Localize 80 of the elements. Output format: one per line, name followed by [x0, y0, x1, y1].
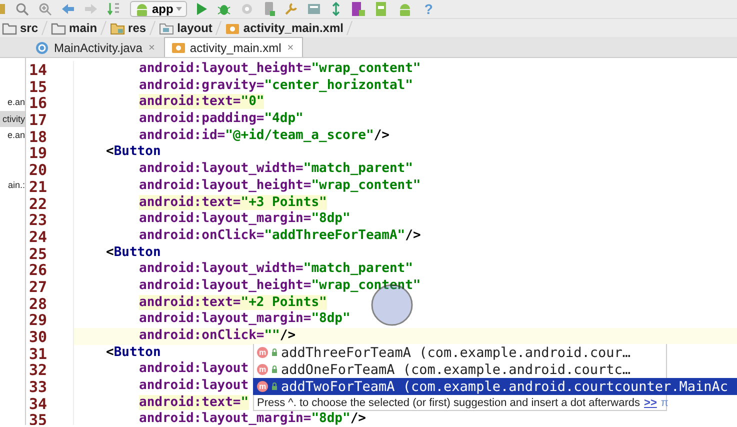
line-number: 18: [29, 128, 48, 144]
run-icon[interactable]: [196, 2, 208, 16]
line-number: 32: [29, 361, 48, 378]
line-number: 25: [29, 244, 48, 262]
close-button[interactable]: ×: [285, 42, 296, 54]
method-icon: m: [257, 347, 268, 358]
lock-icon: [271, 348, 278, 357]
zoom-icon[interactable]: [38, 2, 52, 16]
breadcrumb-item[interactable]: res: [108, 20, 148, 36]
editor-tab[interactable]: MainActivity.java ×: [28, 37, 164, 57]
folder-icon: [51, 20, 66, 36]
tree-item[interactable]: ctivity: [0, 110, 25, 128]
run-configuration-dropdown[interactable]: app: [130, 1, 188, 17]
code-line: android:layout: [139, 378, 249, 394]
suggestion-item[interactable]: m addThreeForTeamA (com.example.android.cour…: [253, 344, 667, 361]
breadcrumb-item[interactable]: activity_main.xml: [223, 20, 346, 36]
search-icon[interactable]: [15, 2, 29, 16]
code-line: android:layout_height="wrap_content": [139, 178, 421, 193]
line-number: 23: [29, 211, 48, 228]
code-line: android:onClick=""/>: [139, 328, 296, 343]
code-line: <Button: [106, 144, 161, 160]
line-number: 16: [29, 94, 48, 112]
forward-arrow-icon[interactable]: [84, 2, 98, 16]
folder-icon: [2, 20, 17, 36]
bug-icon[interactable]: [217, 2, 232, 16]
line-number: 33: [29, 378, 48, 395]
lock-icon: [271, 365, 278, 374]
device-icon[interactable]: [263, 1, 276, 17]
code-line: android:layout_margin="8dp": [139, 311, 350, 326]
sort-icon[interactable]: [107, 2, 121, 16]
tree-item[interactable]: e.an: [0, 94, 25, 111]
line-number: 27: [29, 278, 48, 295]
editor-tab[interactable]: activity_main.xml ×: [164, 37, 303, 57]
folder-icon: [110, 20, 126, 36]
line-number: 19: [29, 144, 48, 162]
file-icon[interactable]: [0, 2, 6, 16]
code-line: <Button: [106, 244, 161, 260]
code-line: <Button: [106, 344, 161, 360]
line-number: 15: [29, 78, 48, 94]
more-link[interactable]: >>: [644, 396, 657, 408]
breadcrumb-item[interactable]: src: [0, 20, 40, 36]
line-number: 26: [29, 261, 48, 278]
line-number: 17: [29, 111, 48, 128]
line-number: 31: [29, 344, 48, 362]
xml-file-icon: [170, 40, 186, 55]
tree-item[interactable]: ain.:: [0, 177, 25, 194]
wrench-icon[interactable]: [284, 2, 298, 16]
line-number: 21: [29, 178, 48, 194]
layout-icon[interactable]: [307, 2, 322, 16]
line-number: 24: [29, 228, 48, 245]
code-line: android:padding="4dp": [139, 111, 304, 126]
caret-icon: [175, 5, 184, 13]
code-line: android:layout_height="wrap_content": [139, 278, 421, 293]
code-line: android:layout_width="match_parent": [139, 161, 413, 176]
code-line: android:onClick="addThreeForTeamA"/>: [139, 228, 421, 243]
line-number: 22: [29, 194, 48, 212]
code-line: android:layout: [139, 361, 249, 376]
code-line: android:layout_width="match_parent": [139, 261, 413, 276]
method-icon: m: [257, 364, 268, 375]
method-icon: m: [257, 381, 268, 392]
code-line: android:layout_margin="8dp": [139, 211, 350, 226]
line-number: 28: [29, 294, 48, 312]
line-number: 29: [29, 311, 48, 328]
android-icon: [134, 1, 150, 17]
tree-item[interactable]: e.an: [0, 127, 25, 144]
back-arrow-icon[interactable]: [61, 2, 75, 16]
lock-icon: [271, 382, 278, 391]
line-number: 30: [29, 328, 48, 345]
code-line: android:id="@+id/team_a_score"/>: [139, 128, 390, 143]
breadcrumb-item[interactable]: layout: [157, 20, 214, 36]
sync-icon[interactable]: [330, 2, 342, 16]
breadcrumb-item[interactable]: main: [49, 20, 100, 36]
code-line: android:layout_height="wrap_content": [139, 61, 421, 76]
suggestion-item[interactable]: m addTwoForTeamA (com.example.android.courtcounter.MainAc: [253, 378, 737, 395]
code-line: android:gravity="center_horizontal": [139, 78, 413, 93]
line-number: 14: [29, 61, 48, 78]
line-number: 20: [29, 161, 48, 178]
hint-text: Press ^. to choose the selected (or first) suggestion and insert a dot afterwards: [257, 396, 640, 408]
class-icon: [35, 40, 50, 55]
line-number: 34: [29, 394, 48, 412]
